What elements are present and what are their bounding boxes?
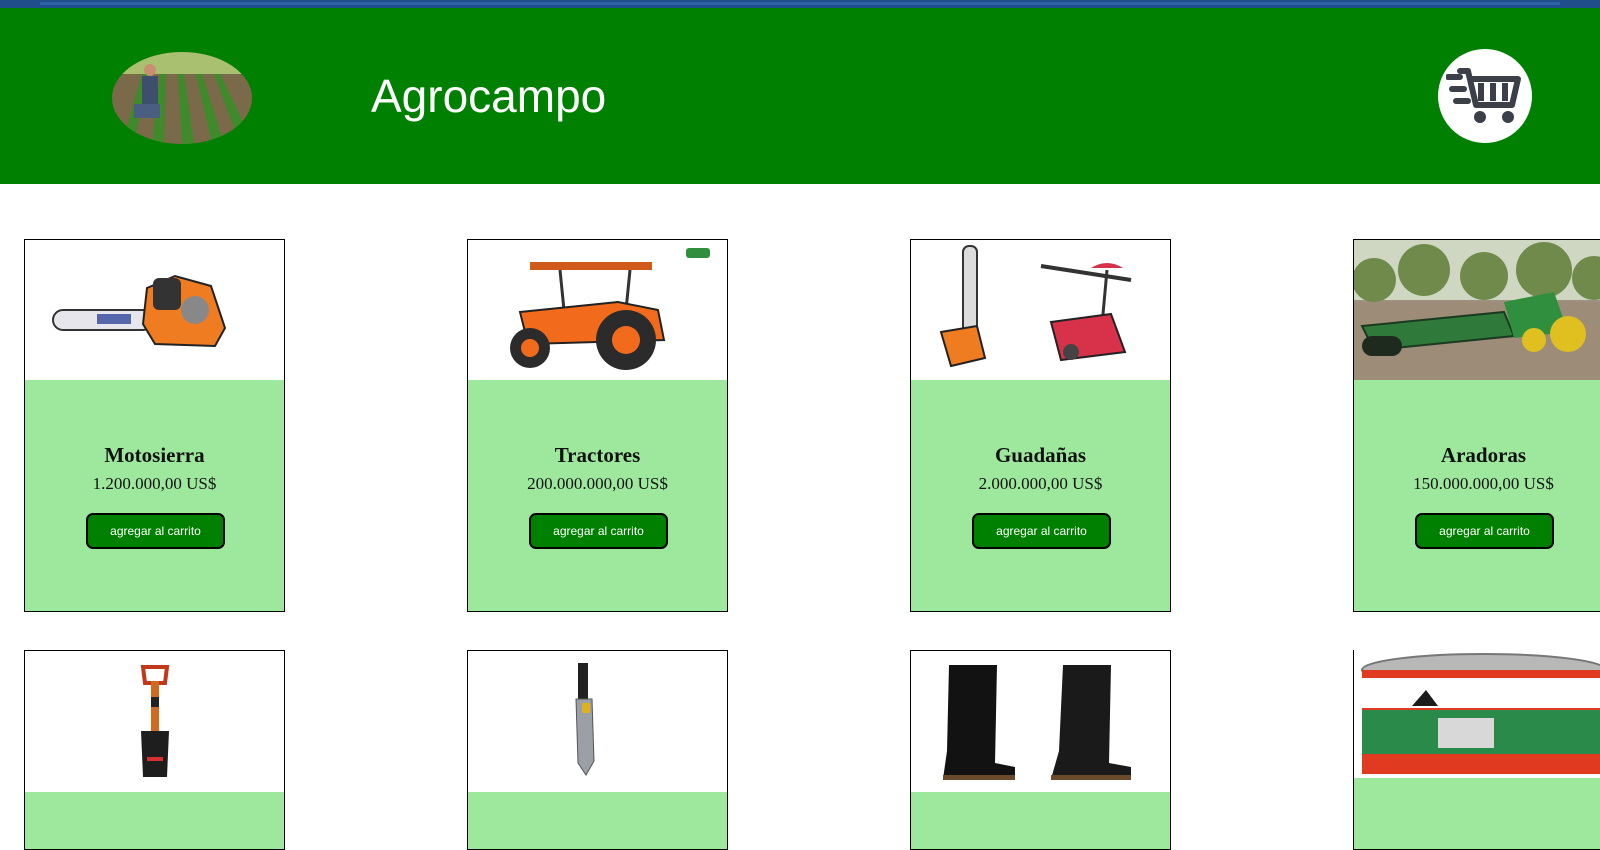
machete-icon [468,651,727,792]
product-price: 2.000.000,00 US$ [978,474,1103,493]
rubber-boots-icon [911,651,1170,792]
add-to-cart-button[interactable]: agregar al carrito [972,513,1111,549]
product-card-machete [467,650,728,850]
product-card-aradoras: Aradoras 150.000.000,00 US$ agregar al c… [1353,239,1600,612]
product-price: 1.200.000,00 US$ [92,474,217,493]
add-to-cart-button[interactable]: agregar al carrito [1415,513,1554,549]
product-card-shovel [24,650,285,850]
product-price: 150.000.000,00 US$ [1413,474,1554,493]
site-header: Agrocampo [0,8,1600,184]
product-card-boots [910,650,1171,850]
product-name: Motosierra [104,443,205,467]
product-card-barbed-wire [1353,650,1600,850]
plow-icon [1354,240,1600,380]
shopping-cart-icon [1446,68,1521,123]
site-title: Agrocampo [371,70,607,122]
product-card-tractores: Tractores 200.000.000,00 US$ agregar al … [467,239,728,612]
cart-button[interactable] [1438,49,1532,143]
product-card-guadanas: Guadañas 2.000.000,00 US$ agregar al car… [910,239,1171,612]
product-card-motosierra: Motosierra 1.200.000,00 US$ agregar al c… [24,239,285,612]
add-to-cart-button[interactable]: agregar al carrito [86,513,225,549]
product-name: Guadañas [994,443,1087,467]
farmer-field-icon [112,52,252,144]
barbed-wire-icon [1354,650,1600,778]
product-price: 200.000.000,00 US$ [527,474,668,493]
shovel-icon [25,651,284,792]
product-name: Tractores [554,443,641,467]
chainsaw-icon [25,240,284,380]
tractor-icon [468,240,727,380]
add-to-cart-button[interactable]: agregar al carrito [529,513,668,549]
product-name: Aradoras [1440,443,1527,467]
brushcutter-icon [911,240,1170,380]
browser-top-strip [0,0,1600,8]
